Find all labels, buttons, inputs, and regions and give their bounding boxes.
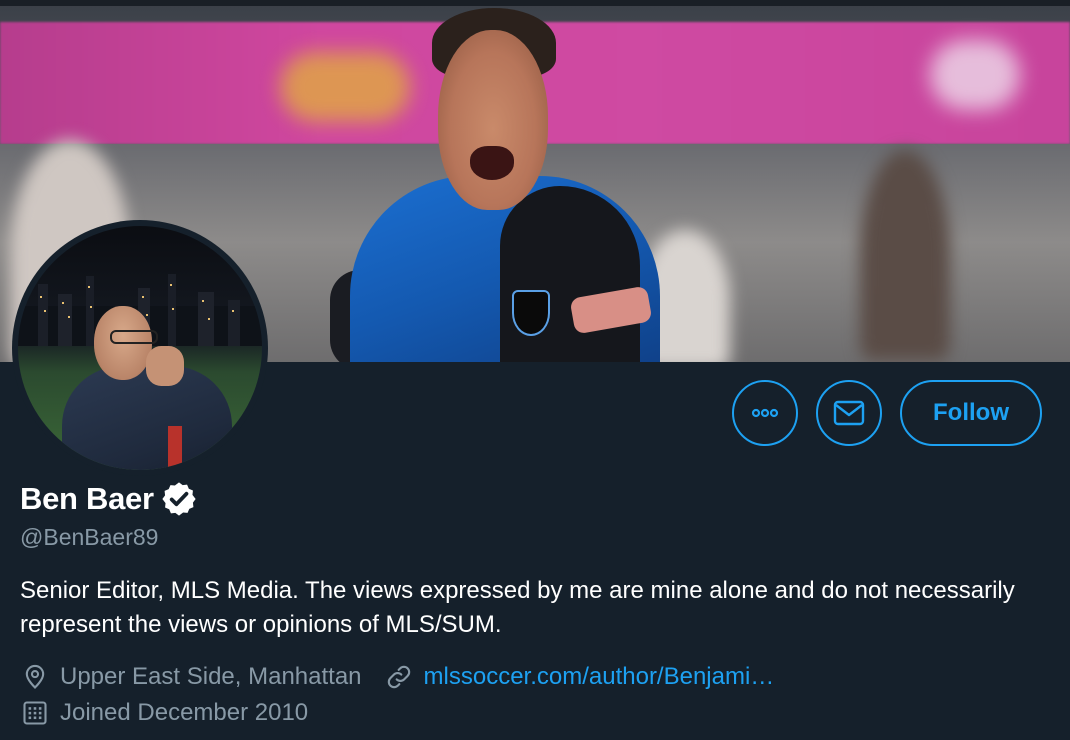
profile-bio: Senior Editor, MLS Media. The views expr… [20, 577, 1015, 638]
calendar-icon [20, 698, 50, 728]
avatar[interactable] [12, 220, 268, 476]
location-pin-icon [20, 662, 50, 692]
profile-meta-row-joined: Joined December 2010 [20, 698, 330, 728]
banner-player-face [438, 30, 548, 210]
location-text: Upper East Side, Manhattan [60, 663, 362, 690]
banner-club-crest [512, 290, 550, 336]
display-name: Ben Baer [20, 481, 154, 516]
joined-item: Joined December 2010 [20, 698, 308, 728]
banner-player-mouth [470, 146, 514, 180]
profile-handle: @BenBaer89 [20, 524, 159, 550]
website-item: mlssoccer.com/author/Benjami… [384, 662, 775, 692]
banner-blur-figure [860, 150, 950, 360]
envelope-icon [833, 400, 865, 426]
avatar-image [18, 226, 262, 470]
profile-name-row: Ben Baer [20, 480, 198, 518]
profile-meta-row: Upper East Side, Manhattan mlssoccer.com… [20, 662, 796, 692]
website-link[interactable]: mlssoccer.com/author/Benjami… [424, 663, 775, 691]
avatar-glasses [110, 330, 158, 344]
link-icon [384, 662, 414, 692]
joined-text: Joined December 2010 [60, 699, 309, 726]
profile-actions: Follow [732, 380, 1042, 446]
more-button[interactable] [732, 380, 798, 446]
banner-edge [0, 0, 1070, 6]
banner-glow [930, 40, 1020, 110]
message-button[interactable] [816, 380, 882, 446]
verified-badge-icon [162, 482, 196, 516]
more-icon [751, 408, 779, 418]
avatar-hand [146, 346, 184, 386]
avatar-jacket [62, 366, 232, 470]
banner-glow [280, 52, 410, 122]
follow-button[interactable]: Follow [900, 380, 1042, 446]
avatar-strap [168, 426, 182, 470]
location-item: Upper East Side, Manhattan [20, 662, 362, 692]
